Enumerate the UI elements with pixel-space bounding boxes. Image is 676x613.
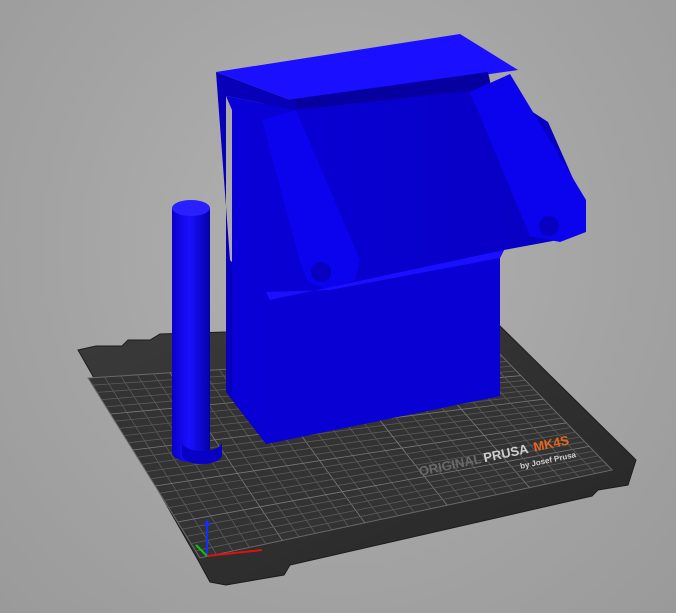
box-right-pivot (539, 216, 559, 236)
scene-canvas[interactable]: ORIGINAL PRUSA MK4S by Josef Prusa (0, 0, 676, 613)
3d-viewport[interactable]: ORIGINAL PRUSA MK4S by Josef Prusa (0, 0, 676, 613)
box-left-pivot (311, 262, 331, 282)
cylinder-top (172, 200, 210, 216)
cylinder-body (172, 208, 210, 462)
